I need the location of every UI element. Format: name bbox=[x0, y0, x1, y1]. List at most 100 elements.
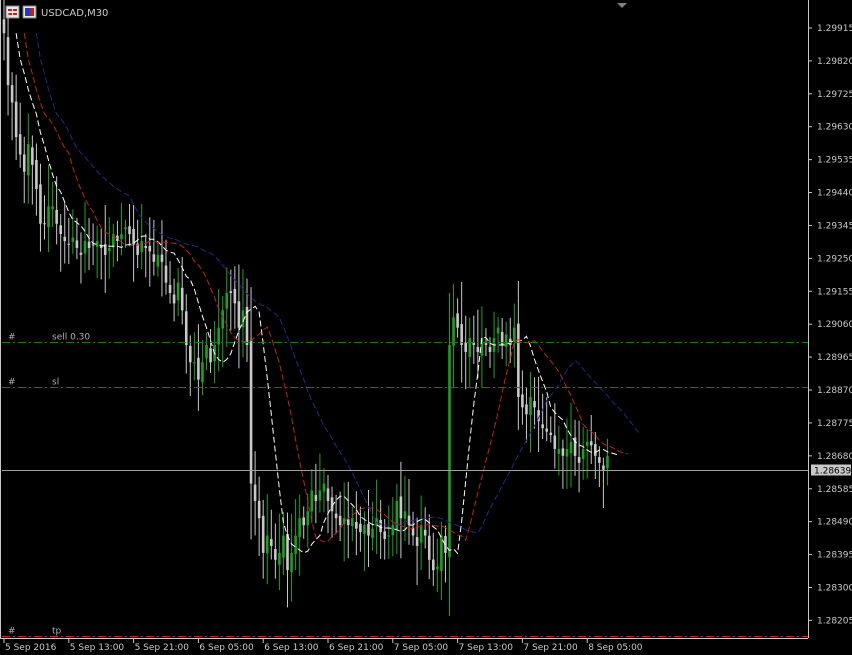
candle-body bbox=[541, 424, 544, 429]
candle-body bbox=[31, 147, 34, 165]
candle-body bbox=[594, 444, 597, 456]
candle-body bbox=[598, 457, 601, 463]
candle-body bbox=[346, 519, 350, 526]
candle-body bbox=[128, 226, 131, 235]
price-tick-label: 1.28680 bbox=[817, 452, 852, 462]
price-tick-label: 1.29915 bbox=[817, 24, 852, 34]
candle-body bbox=[338, 515, 342, 526]
candle-body bbox=[120, 234, 123, 240]
candle-body bbox=[172, 294, 176, 304]
sell-ticket-label: # bbox=[8, 333, 16, 343]
candle-body bbox=[355, 522, 358, 529]
candle-body bbox=[517, 323, 520, 397]
candle-body bbox=[35, 159, 38, 190]
candle-body bbox=[108, 247, 111, 252]
candle-body bbox=[18, 134, 22, 155]
time-tick-label: 5 Sep 21:00 bbox=[135, 643, 190, 653]
price-chart[interactable]: USDCAD,M30 # sell 0.30 # sl # tp 1.29915… bbox=[0, 0, 852, 655]
candle-body bbox=[468, 338, 472, 357]
price-tick-label: 1.29060 bbox=[817, 320, 852, 330]
candle-body bbox=[553, 435, 557, 449]
price-tick-label: 1.28775 bbox=[817, 419, 852, 429]
take-profit-label: tp bbox=[52, 627, 62, 637]
candle-body bbox=[6, 37, 10, 86]
candle-body bbox=[363, 525, 366, 534]
price-tick-label: 1.29345 bbox=[817, 221, 852, 231]
candle-body bbox=[294, 535, 297, 554]
candle-body bbox=[310, 490, 314, 512]
candle-body bbox=[39, 184, 42, 224]
time-tick-label: 7 Sep 05:00 bbox=[394, 643, 449, 653]
time-tick-label: 5 Sep 2016 bbox=[5, 643, 57, 653]
candle-body bbox=[290, 552, 293, 573]
sl-ticket-label: # bbox=[8, 378, 16, 388]
price-tick-label: 1.29725 bbox=[817, 90, 852, 100]
candle-body bbox=[379, 519, 382, 533]
candle-body bbox=[326, 488, 330, 501]
candle-body bbox=[83, 241, 87, 254]
candle-body bbox=[521, 394, 524, 408]
candle-body bbox=[557, 448, 561, 454]
candle-body bbox=[549, 432, 553, 436]
candle-body bbox=[476, 347, 480, 352]
candle-body bbox=[201, 362, 204, 383]
candle-body bbox=[164, 265, 168, 283]
candle-body bbox=[27, 144, 30, 176]
candle-body bbox=[233, 289, 237, 304]
candle-body bbox=[156, 254, 160, 267]
candle-body bbox=[342, 518, 346, 524]
symbol-timeframe-title: USDCAD,M30 bbox=[41, 8, 108, 19]
sell-order-label: sell 0.30 bbox=[52, 333, 90, 343]
price-tick-label: 1.28300 bbox=[817, 583, 852, 593]
candle-body bbox=[569, 441, 573, 454]
candle-body bbox=[464, 342, 467, 352]
candle-body bbox=[383, 531, 386, 539]
candle-body bbox=[205, 344, 208, 359]
candle-body bbox=[427, 535, 431, 560]
candle-body bbox=[22, 154, 26, 172]
candle-body bbox=[71, 237, 75, 242]
candle-body bbox=[452, 317, 455, 346]
price-tick-label: 1.28870 bbox=[817, 386, 852, 396]
candle-body bbox=[525, 404, 528, 415]
candle-body bbox=[47, 206, 50, 228]
candle-body bbox=[265, 535, 269, 554]
candle-body bbox=[286, 533, 289, 571]
candle-body bbox=[43, 223, 46, 225]
candle-body bbox=[561, 448, 565, 456]
candle-body bbox=[306, 511, 310, 526]
candle-body bbox=[403, 511, 407, 519]
candle-body bbox=[581, 448, 585, 459]
time-tick-label: 8 Sep 05:00 bbox=[588, 643, 643, 653]
time-tick-label: 7 Sep 21:00 bbox=[523, 643, 578, 653]
price-tick-label: 1.28205 bbox=[817, 616, 852, 626]
candle-body bbox=[2, 19, 6, 34]
price-tick-label: 1.28585 bbox=[817, 485, 852, 495]
candle-body bbox=[124, 227, 127, 230]
price-tick-label: 1.28395 bbox=[817, 551, 852, 561]
trading-flag-icon[interactable] bbox=[22, 5, 37, 19]
candle-body bbox=[59, 225, 62, 235]
candle-body bbox=[51, 206, 54, 210]
candle-body bbox=[367, 523, 370, 536]
candle-body bbox=[407, 515, 411, 526]
candle-body bbox=[577, 457, 581, 463]
candle-body bbox=[209, 348, 212, 363]
price-tick-label: 1.29250 bbox=[817, 254, 852, 264]
candle-body bbox=[415, 537, 419, 546]
candle-body bbox=[399, 496, 403, 519]
candle-body bbox=[484, 343, 488, 345]
current-price-tag: 1.28639 bbox=[811, 464, 851, 477]
candle-body bbox=[391, 525, 395, 536]
candle-body bbox=[318, 490, 322, 501]
candle-body bbox=[351, 518, 354, 527]
time-tick-label: 6 Sep 21:00 bbox=[329, 643, 384, 653]
price-tick-label: 1.29155 bbox=[817, 287, 852, 297]
candle-body bbox=[189, 345, 192, 363]
chart-background bbox=[0, 0, 852, 655]
candle-body bbox=[359, 523, 362, 533]
candle-body bbox=[140, 241, 143, 252]
candle-body bbox=[585, 441, 589, 446]
candle-body bbox=[371, 528, 374, 538]
candle-body bbox=[504, 334, 508, 347]
